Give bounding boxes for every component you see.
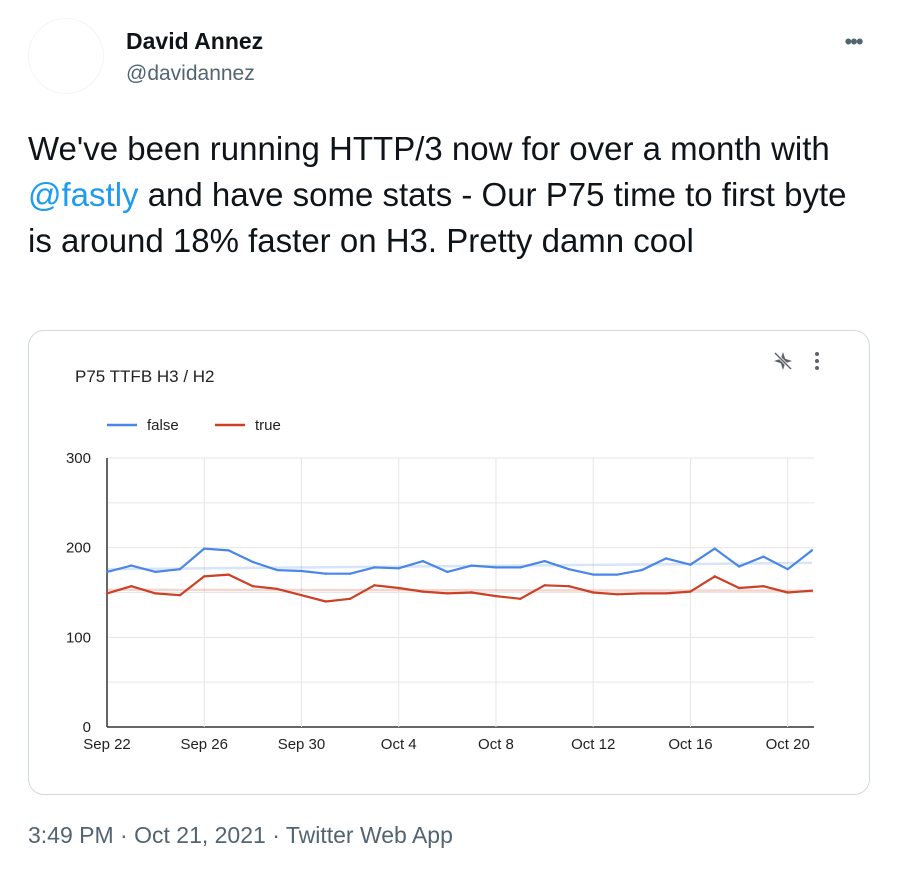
data-point-true [567,585,571,588]
author-display-name[interactable]: David Annez [126,28,263,55]
data-point-true [810,589,814,592]
data-point-true [786,591,789,594]
data-point-false [105,570,109,574]
y-tick-label: 300 [66,450,91,467]
data-point-false [567,567,571,571]
data-point-true [543,584,546,587]
data-point-true [616,593,619,596]
data-point-false [470,564,473,567]
data-point-false [446,570,449,574]
y-tick-label: 0 [83,719,91,736]
data-point-true [494,594,498,598]
data-point-false [810,549,814,552]
x-tick-label: Oct 20 [766,736,810,753]
x-tick-label: Sep 22 [83,736,131,753]
data-point-false [154,570,157,574]
data-point-true [446,592,449,595]
data-point-false [494,566,498,569]
legend-label: false [147,417,179,434]
x-tick-label: Sep 26 [180,736,228,753]
data-point-true [640,592,644,595]
tweet-text-part1: We've been running HTTP/3 now for over a… [28,130,830,167]
x-tick-label: Oct 12 [571,736,615,753]
data-point-true [251,585,255,588]
data-point-false [373,566,376,569]
data-point-true [713,575,716,578]
chart-media-card[interactable]: P75 TTFB H3 / H2 0 100 200 300 Sep 22 Sep 26 S… [28,330,870,795]
line-chart: 0 100 200 300 Sep 22 Sep 26 Sep 30 Oct 4 Oct 8 Oc… [66,417,814,753]
data-point-false [664,557,668,560]
data-point-false [640,568,644,572]
x-tick-label: Sep 30 [278,736,326,753]
data-point-true [421,590,425,593]
data-point-true [203,575,206,578]
legend-label: true [255,417,281,434]
data-point-false [519,566,522,569]
trendline-true [106,588,813,592]
data-point-true [664,592,668,595]
tweet-text: We've been running HTTP/3 now for over a… [28,126,878,264]
data-point-true [324,600,327,603]
more-horizontal-icon: ••• [844,29,863,54]
data-point-true [373,584,376,587]
data-point-false [397,567,400,570]
data-point-true [227,573,230,576]
avatar[interactable] [28,18,104,94]
tweet-time[interactable]: 3:49 PM [28,822,114,848]
data-point-true [130,585,133,588]
data-point-false [348,572,352,575]
data-point-false [130,564,133,567]
data-point-true [737,586,741,590]
data-point-false [178,567,182,571]
data-point-false [592,573,595,576]
author-handle[interactable]: @davidannez [126,62,255,86]
data-point-false [324,572,327,575]
series-line-true [106,573,813,603]
data-point-false [786,567,789,571]
data-point-true [154,592,157,595]
data-point-false [737,565,741,568]
data-point-true [300,593,303,597]
data-point-true [519,597,522,600]
data-point-false [203,547,206,550]
data-point-true [470,591,473,594]
data-point-true [762,585,765,588]
data-point-false [616,573,619,576]
data-point-false [275,568,279,572]
data-point-true [178,593,182,597]
mention-link[interactable]: @fastly [28,176,139,213]
more-options-button[interactable]: ••• [836,28,870,56]
data-point-true [689,590,692,593]
data-point-false [227,549,230,552]
y-tick-label: 200 [66,540,91,557]
data-point-false [713,547,716,550]
tweet-date[interactable]: Oct 21, 2021 [134,822,266,848]
footer-separator: · [113,822,135,848]
footer-separator: · [265,822,286,848]
x-tick-label: Oct 4 [381,736,417,753]
data-point-true [275,587,279,591]
data-point-true [397,586,400,590]
tweet-footer: 3:49 PM · Oct 21, 2021 · Twitter Web App [28,822,453,849]
x-tick-label: Oct 16 [668,736,712,753]
x-tick-label: Oct 8 [478,736,514,753]
data-point-true [592,591,595,594]
data-point-false [251,560,255,564]
data-point-false [543,559,546,563]
data-point-true [348,597,352,600]
series-line-false [106,547,813,576]
data-point-true [105,592,109,595]
tweet-source[interactable]: Twitter Web App [286,822,453,848]
data-point-false [421,559,425,563]
data-point-false [762,555,765,558]
tweet-text-part2: and have some stats - Our P75 time to fi… [28,176,847,259]
data-point-false [689,563,692,566]
data-point-false [300,569,303,573]
y-tick-label: 100 [66,629,91,646]
